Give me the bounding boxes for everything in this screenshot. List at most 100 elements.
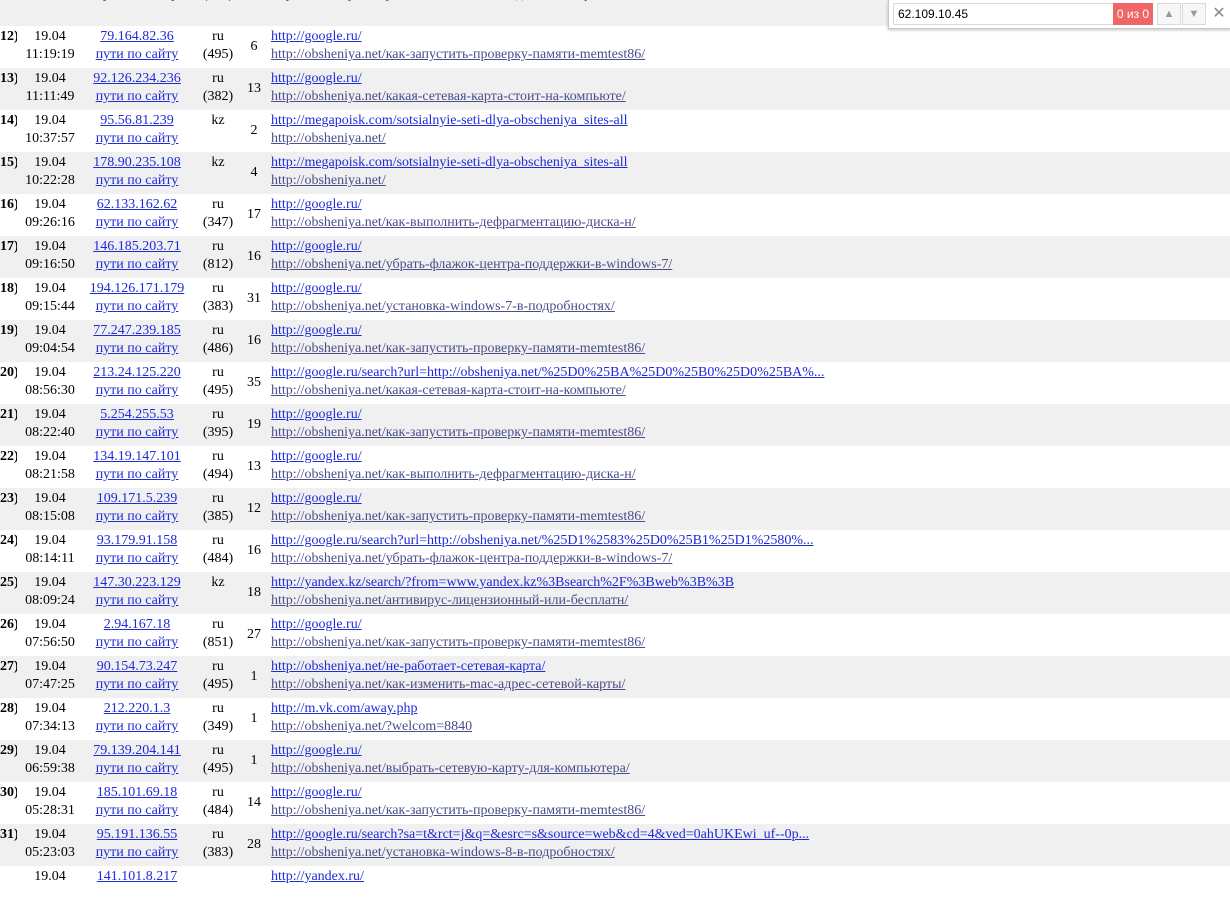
site-paths-link[interactable]: пути по сайту: [84, 676, 190, 694]
referrer-link[interactable]: http://google.ru/: [271, 490, 645, 508]
site-paths-link[interactable]: пути по сайту: [84, 382, 190, 400]
ip-link[interactable]: 185.101.69.18: [84, 784, 190, 802]
site-paths-link[interactable]: пути по сайту: [84, 718, 190, 736]
referrer-link[interactable]: http://m.vk.com/away.php: [271, 700, 472, 718]
site-paths-link[interactable]: пути по сайту: [84, 844, 190, 862]
landing-page-link[interactable]: http://obsheniya.net/?welcom=8840: [271, 718, 472, 736]
referrer-link[interactable]: http://yandex.kz/search/?from=www.yandex…: [271, 574, 734, 592]
find-next-button[interactable]: ▼: [1182, 3, 1206, 25]
landing-page-link[interactable]: http://obsheniya.net/как-выполнить-дефра…: [271, 466, 636, 484]
referrer-link[interactable]: http://google.ru/search?url=http://obshe…: [271, 364, 824, 382]
find-close-button[interactable]: ✕: [1209, 3, 1229, 25]
visit-time: 08:56:30: [25, 383, 75, 398]
landing-page-link[interactable]: http://obsheniya.net/как-изменить-mac-ад…: [271, 676, 625, 694]
referrer-link[interactable]: http://google.ru/: [271, 322, 645, 340]
referrer-link[interactable]: http://google.ru/: [271, 196, 636, 214]
region-cell: ru (495): [196, 742, 240, 778]
ip-link[interactable]: 109.171.5.239: [84, 490, 190, 508]
ip-link[interactable]: 141.101.8.217: [84, 868, 190, 886]
landing-page-link[interactable]: http://obsheniya.net/как-запустить-прове…: [271, 508, 645, 526]
visit-date: 19.04: [34, 449, 66, 464]
landing-page-link[interactable]: http://obsheniya.net/: [271, 172, 628, 190]
referrer-link[interactable]: http://google.ru/: [271, 616, 645, 634]
ip-link[interactable]: 77.247.239.185: [84, 322, 190, 340]
ip-link[interactable]: 62.133.162.62: [84, 196, 190, 214]
ip-link[interactable]: 178.90.235.108: [84, 154, 190, 172]
site-paths-link[interactable]: пути по сайту: [84, 466, 190, 484]
ip-link[interactable]: 79.164.82.36: [84, 28, 190, 46]
visitor-ip-cell: 62.133.162.62 пути по сайту: [84, 196, 190, 232]
referrer-link[interactable]: http://google.ru/search?url=http://obshe…: [271, 532, 814, 550]
landing-page-link[interactable]: http://obsheniya.net/выбрать-сетевую-кар…: [271, 760, 630, 778]
referrer-link[interactable]: http://megapoisk.com/sotsialnyie-seti-dl…: [271, 154, 628, 172]
referrer-link[interactable]: http://google.ru/: [271, 448, 636, 466]
landing-page-link[interactable]: http://obsheniya.net/антивирус-лицензион…: [271, 592, 734, 610]
site-paths-link[interactable]: пути по сайту: [84, 46, 190, 64]
country-code: ru: [212, 281, 224, 296]
region-code: (484): [202, 551, 234, 566]
site-paths-link[interactable]: пути по сайту: [84, 424, 190, 442]
site-paths-link[interactable]: пути по сайту: [84, 256, 190, 274]
site-paths-link[interactable]: пути по сайту: [84, 340, 190, 358]
landing-page-link[interactable]: http://obsheniya.net/как-запустить-прове…: [271, 802, 645, 820]
site-paths-link[interactable]: пути по сайту: [84, 592, 190, 610]
landing-page-link[interactable]: http://obsheniya.net/как-запустить-прове…: [271, 340, 645, 358]
referrer-link[interactable]: http://google.ru/: [271, 742, 630, 760]
visit-time: 11:11:49: [25, 89, 75, 104]
landing-page-link[interactable]: http://obsheniya.net/установка-windows-8…: [271, 844, 809, 862]
referrer-link[interactable]: http://obsheniya.net/не-работает-сетевая…: [271, 658, 625, 676]
site-paths-link[interactable]: пути по сайту: [84, 130, 190, 148]
url-cell: http://google.ru/search?url=http://obshe…: [271, 364, 824, 400]
site-paths-link[interactable]: пути по сайту: [84, 508, 190, 526]
site-paths-link[interactable]: пути по сайту: [84, 88, 190, 106]
referrer-link[interactable]: http://google.ru/: [271, 406, 645, 424]
site-paths-link[interactable]: пути по сайту: [84, 298, 190, 316]
ip-link[interactable]: 134.19.147.101: [84, 448, 190, 466]
referrer-link[interactable]: http://google.ru/: [271, 238, 672, 256]
site-paths-link[interactable]: пути по сайту: [84, 802, 190, 820]
landing-page-link[interactable]: http://obsheniya.net/убрать-флажок-центр…: [271, 550, 814, 568]
find-match-count: 0 из 0: [1113, 3, 1153, 25]
ip-link[interactable]: 194.126.171.179: [84, 280, 190, 298]
landing-page-link[interactable]: http://obsheniya.net/как-запустить-прове…: [271, 46, 645, 64]
ip-link[interactable]: 95.191.136.55: [84, 826, 190, 844]
ip-link[interactable]: 212.220.1.3: [84, 700, 190, 718]
site-paths-link[interactable]: пути по сайту: [84, 0, 190, 4]
find-prev-button[interactable]: ▲: [1157, 3, 1181, 25]
site-paths-link[interactable]: пути по сайту: [84, 214, 190, 232]
referrer-link[interactable]: http://yandex.ru/: [271, 868, 364, 886]
referrer-link[interactable]: http://megapoisk.com/sotsialnyie-seti-dl…: [271, 112, 628, 130]
site-paths-link[interactable]: пути по сайту: [84, 760, 190, 778]
landing-page-link[interactable]: http://obsheniya.net/как-выполнить-дефра…: [271, 214, 636, 232]
ip-link[interactable]: 92.126.234.236: [84, 70, 190, 88]
referrer-link[interactable]: http://google.ru/: [271, 28, 645, 46]
table-row: 24) 19.04 08:14:11 93.179.91.158 пути по сай…: [0, 530, 1230, 572]
ip-link[interactable]: 213.24.125.220: [84, 364, 190, 382]
landing-page-link[interactable]: http://obsheniya.net/установка-windows-7…: [271, 298, 615, 316]
referrer-link[interactable]: http://google.ru/search?sa=t&rct=j&q=&es…: [271, 826, 809, 844]
ip-link[interactable]: 5.254.255.53: [84, 406, 190, 424]
landing-page-link[interactable]: http://obsheniya.net/какая-сетевая-карта…: [271, 88, 626, 106]
ip-link[interactable]: 146.185.203.71: [84, 238, 190, 256]
ip-link[interactable]: 90.154.73.247: [84, 658, 190, 676]
url-cell: http://google.ru/http://obsheniya.net/ус…: [271, 280, 615, 316]
site-paths-link[interactable]: пути по сайту: [84, 172, 190, 190]
ip-link[interactable]: 93.179.91.158: [84, 532, 190, 550]
landing-page-link[interactable]: http://obsheniya.net/какая-сетевая-карта…: [271, 382, 824, 400]
landing-page-link[interactable]: http://obsheniya.net/как-запустить-прове…: [271, 634, 645, 652]
landing-page-link[interactable]: http://obsheniya.net/: [271, 130, 628, 148]
site-paths-link[interactable]: пути по сайту: [84, 550, 190, 568]
ip-link[interactable]: 79.139.204.141: [84, 742, 190, 760]
site-paths-link[interactable]: пути по сайту: [84, 634, 190, 652]
landing-page-link[interactable]: http://obsheniya.net/как-запустить-прове…: [271, 424, 645, 442]
ip-link[interactable]: 95.56.81.239: [84, 112, 190, 130]
landing-page-link[interactable]: http://obsheniya.net/убрать-флажок-центр…: [271, 256, 672, 274]
region-code: (495): [202, 761, 234, 776]
ip-link[interactable]: 2.94.167.18: [84, 616, 190, 634]
referrer-link[interactable]: http://google.ru/: [271, 70, 626, 88]
landing-page-link[interactable]: http://obsheniya.net/установка-windows-с…: [271, 0, 632, 4]
referrer-link[interactable]: http://google.ru/: [271, 280, 615, 298]
referrer-link[interactable]: http://google.ru/: [271, 784, 645, 802]
find-input[interactable]: [893, 3, 1120, 25]
ip-link[interactable]: 147.30.223.129: [84, 574, 190, 592]
